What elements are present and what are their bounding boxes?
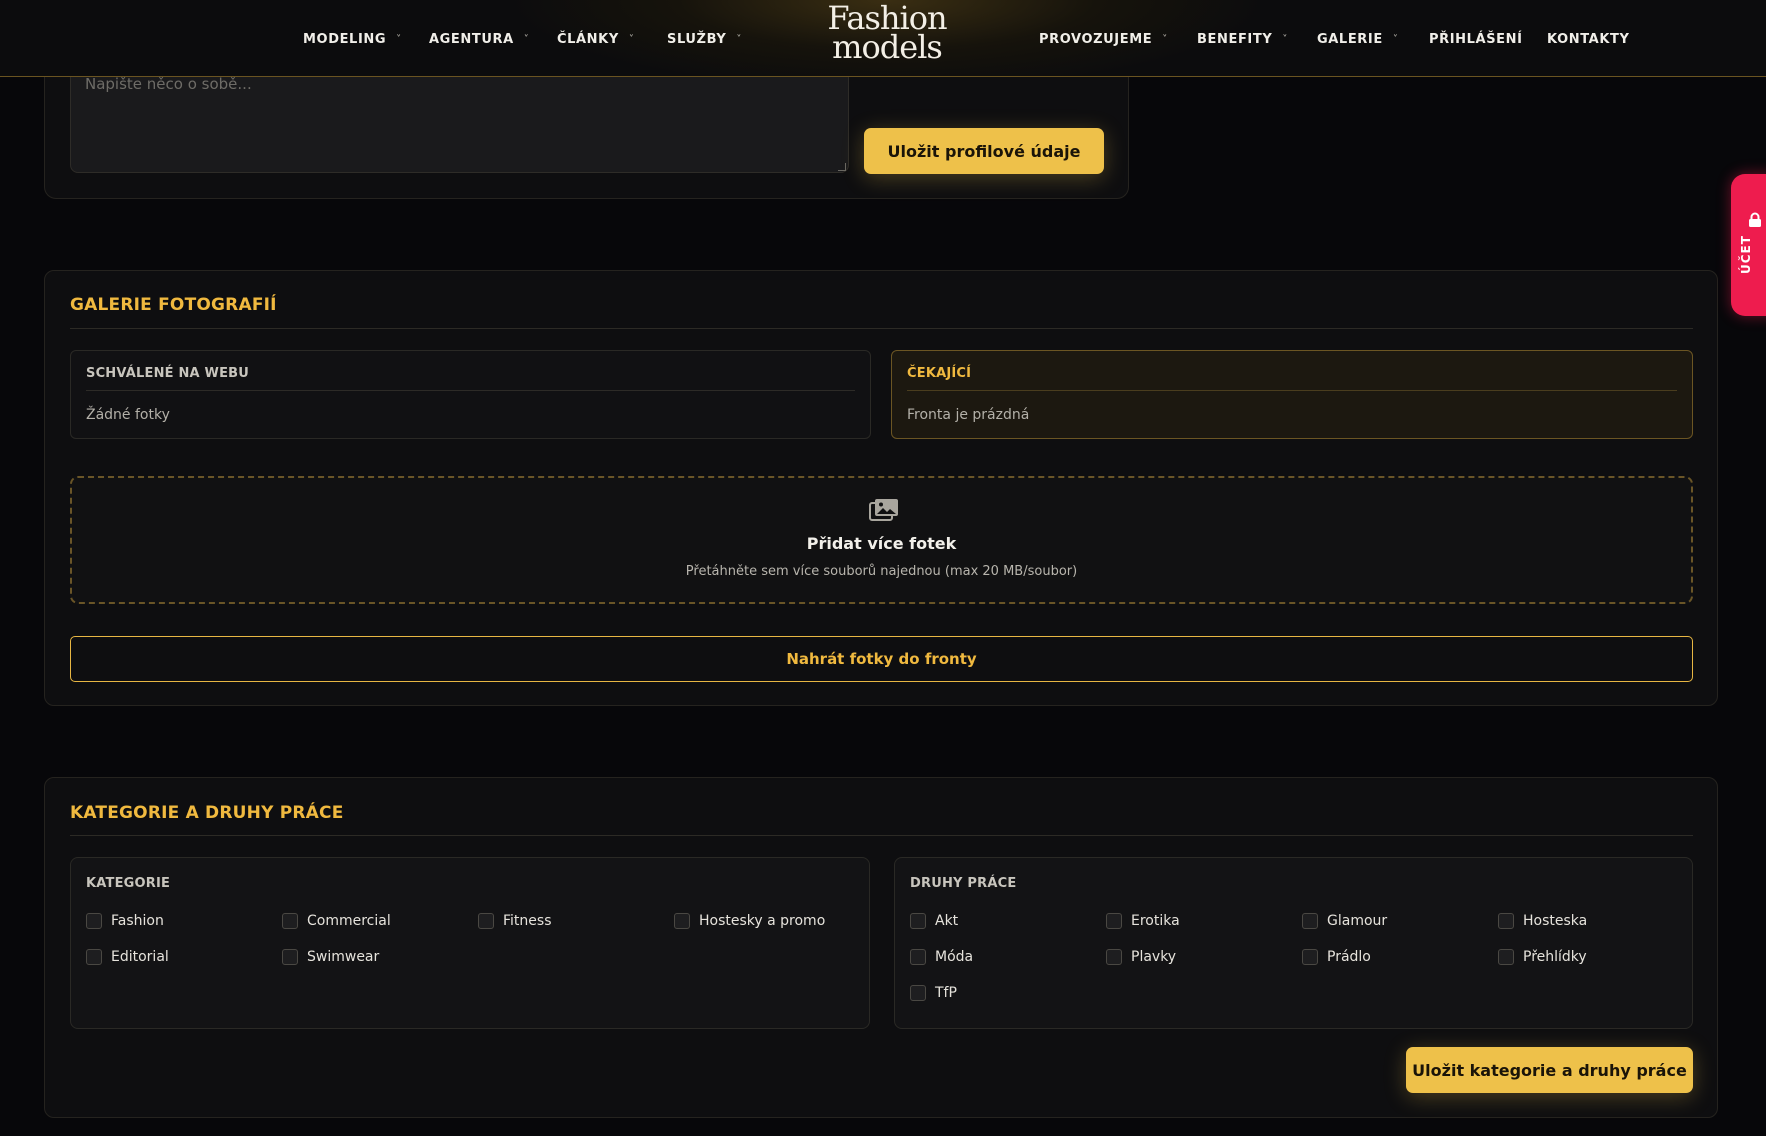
brand-logo[interactable]: Fashion models bbox=[826, 2, 948, 68]
gallery-title: GALERIE FOTOGRAFIÍ bbox=[70, 295, 277, 315]
checkbox-box[interactable] bbox=[674, 913, 690, 929]
save-profile-button[interactable]: Uložit profilové údaje bbox=[864, 128, 1104, 174]
divider bbox=[70, 835, 1693, 836]
approved-photos-box: SCHVÁLENÉ NA WEBU Žádné fotky bbox=[70, 350, 871, 439]
checkbox-moda[interactable]: Móda bbox=[910, 949, 973, 965]
checkbox-box[interactable] bbox=[1302, 913, 1318, 929]
checkbox-box[interactable] bbox=[282, 913, 298, 929]
checkbox-pradlo[interactable]: Prádlo bbox=[1302, 949, 1371, 965]
chevron-down-icon: ˅ bbox=[1282, 33, 1288, 45]
nav-kontakty[interactable]: KONTAKTY bbox=[1547, 30, 1630, 48]
checkbox-commercial[interactable]: Commercial bbox=[282, 913, 391, 929]
pending-title: ČEKAJÍCÍ bbox=[907, 366, 972, 381]
checkbox-box[interactable] bbox=[910, 949, 926, 965]
about-textarea[interactable]: Napište něco o sobě... bbox=[70, 70, 849, 173]
resize-handle-icon[interactable] bbox=[838, 163, 846, 171]
categories-panel: KATEGORIE A DRUHY PRÁCE KATEGORIE Fashio… bbox=[44, 777, 1718, 1118]
account-side-tab[interactable]: ÚČET bbox=[1731, 174, 1766, 316]
checkbox-box[interactable] bbox=[910, 913, 926, 929]
druhy-prace-title: DRUHY PRÁCE bbox=[910, 876, 1017, 891]
checkbox-prehlidky[interactable]: Přehlídky bbox=[1498, 949, 1587, 965]
kategorie-title: KATEGORIE bbox=[86, 876, 171, 891]
checkbox-box[interactable] bbox=[1106, 913, 1122, 929]
checkbox-box[interactable] bbox=[1498, 913, 1514, 929]
checkbox-akt[interactable]: Akt bbox=[910, 913, 958, 929]
pending-empty-text: Fronta je prázdná bbox=[907, 407, 1030, 423]
approved-empty-text: Žádné fotky bbox=[86, 407, 170, 423]
checkbox-fitness[interactable]: Fitness bbox=[478, 913, 552, 929]
checkbox-tfp[interactable]: TfP bbox=[910, 985, 957, 1001]
checkbox-box[interactable] bbox=[1302, 949, 1318, 965]
top-navigation: MODELING ˅ AGENTURA ˅ ČLÁNKY ˅ SLUŽBY ˅ … bbox=[0, 0, 1766, 77]
divider bbox=[70, 328, 1693, 329]
nav-sluzby[interactable]: SLUŽBY ˅ bbox=[667, 30, 742, 48]
chevron-down-icon: ˅ bbox=[396, 33, 402, 45]
dropzone-title: Přidat více fotek bbox=[806, 534, 957, 553]
account-tab-label: ÚČET bbox=[1739, 235, 1753, 274]
kategorie-box: KATEGORIE Fashion Commercial Fitness Hos… bbox=[70, 857, 870, 1029]
chevron-down-icon: ˅ bbox=[523, 33, 530, 45]
chevron-down-icon: ˅ bbox=[736, 33, 742, 45]
checkbox-box[interactable] bbox=[910, 985, 926, 1001]
checkbox-box[interactable] bbox=[478, 913, 494, 929]
nav-benefity[interactable]: BENEFITY ˅ bbox=[1197, 30, 1288, 48]
checkbox-swimwear[interactable]: Swimwear bbox=[282, 949, 379, 965]
checkbox-hostesky-a-promo[interactable]: Hostesky a promo bbox=[674, 913, 825, 929]
approved-title: SCHVÁLENÉ NA WEBU bbox=[86, 366, 250, 381]
save-categories-button[interactable]: Uložit kategorie a druhy práce bbox=[1406, 1047, 1693, 1093]
nav-provozujeme[interactable]: PROVOZUJEME ˅ bbox=[1039, 30, 1168, 48]
divider bbox=[907, 390, 1677, 391]
nav-modeling[interactable]: MODELING ˅ bbox=[303, 30, 402, 48]
photo-dropzone[interactable]: Přidat více fotek Přetáhněte sem více so… bbox=[70, 476, 1693, 604]
nav-agentura[interactable]: AGENTURA ˅ bbox=[429, 30, 529, 48]
checkbox-hosteska[interactable]: Hosteska bbox=[1498, 913, 1587, 929]
dropzone-subtitle: Přetáhněte sem více souborů najednou (ma… bbox=[685, 564, 1078, 579]
checkbox-plavky[interactable]: Plavky bbox=[1106, 949, 1176, 965]
chevron-down-icon: ˅ bbox=[1162, 33, 1168, 45]
checkbox-glamour[interactable]: Glamour bbox=[1302, 913, 1387, 929]
about-placeholder: Napište něco o sobě... bbox=[85, 75, 252, 93]
upload-to-queue-button[interactable]: Nahrát fotky do fronty bbox=[70, 636, 1693, 682]
druhy-prace-box: DRUHY PRÁCE Akt Erotika Glamour Hosteska… bbox=[894, 857, 1693, 1029]
divider bbox=[86, 390, 855, 391]
checkbox-box[interactable] bbox=[1106, 949, 1122, 965]
chevron-down-icon: ˅ bbox=[628, 33, 635, 45]
checkbox-box[interactable] bbox=[282, 949, 298, 965]
nav-clanky[interactable]: ČLÁNKY ˅ bbox=[557, 30, 634, 48]
checkbox-editorial[interactable]: Editorial bbox=[86, 949, 169, 965]
nav-prihlaseni[interactable]: PŘIHLÁŠENÍ bbox=[1429, 30, 1523, 48]
chevron-down-icon: ˅ bbox=[1392, 33, 1399, 45]
pending-photos-box: ČEKAJÍCÍ Fronta je prázdná bbox=[891, 350, 1693, 439]
checkbox-box[interactable] bbox=[86, 913, 102, 929]
checkbox-box[interactable] bbox=[1498, 949, 1514, 965]
nav-galerie[interactable]: GALERIE ˅ bbox=[1317, 30, 1398, 48]
gallery-panel: GALERIE FOTOGRAFIÍ SCHVÁLENÉ NA WEBU Žád… bbox=[44, 270, 1718, 706]
images-icon bbox=[869, 499, 898, 521]
checkbox-erotika[interactable]: Erotika bbox=[1106, 913, 1180, 929]
checkbox-fashion[interactable]: Fashion bbox=[86, 913, 164, 929]
checkbox-box[interactable] bbox=[86, 949, 102, 965]
categories-title: KATEGORIE A DRUHY PRÁCE bbox=[70, 803, 344, 823]
